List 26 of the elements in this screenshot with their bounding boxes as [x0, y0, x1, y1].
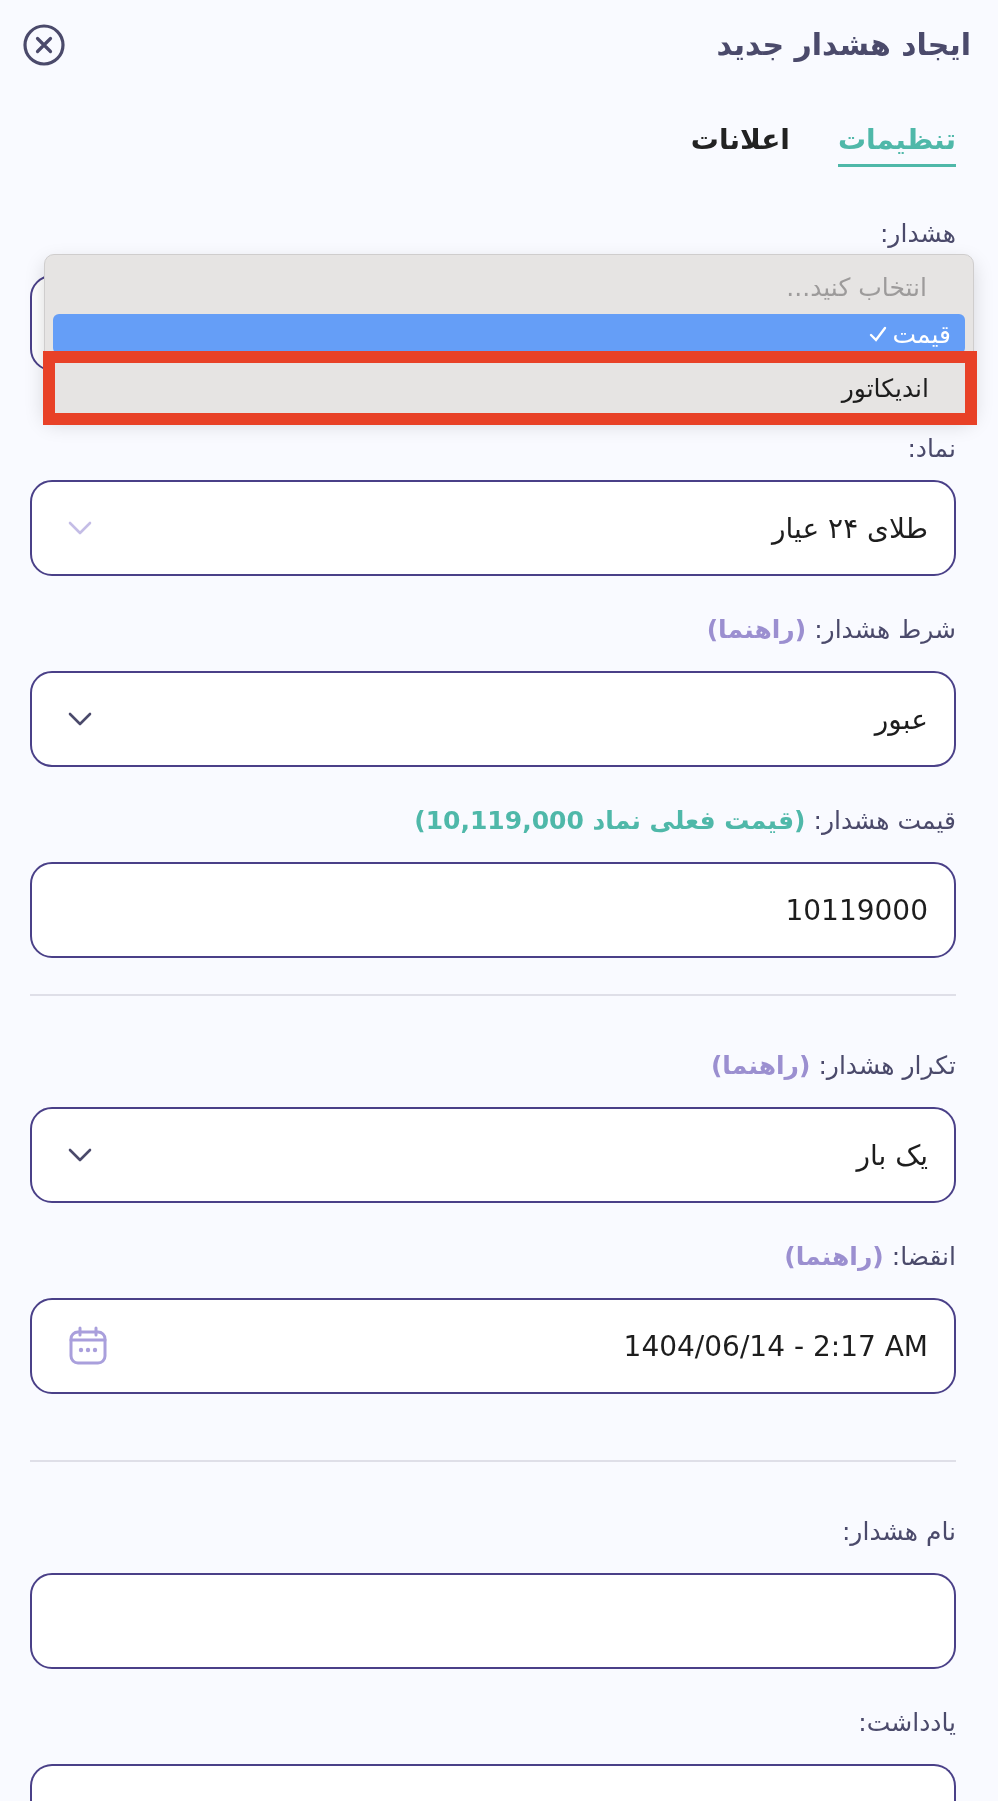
- field-label: هشدار:: [879, 218, 956, 250]
- option-label: اندیکاتور: [841, 373, 929, 403]
- input-field[interactable]: [30, 1573, 956, 1669]
- dropdown-option[interactable]: اندیکاتور: [55, 363, 965, 413]
- field-label: انقضا:: [891, 1241, 956, 1273]
- select-field[interactable]: عبور: [30, 671, 956, 767]
- option-label: انتخاب کنید...: [786, 272, 927, 302]
- field-label: نام هشدار:: [841, 1516, 956, 1548]
- field-label: تکرار هشدار:: [818, 1050, 956, 1082]
- field-value: عبور: [874, 702, 928, 736]
- option-label: قیمت: [892, 319, 951, 349]
- dialog-title: ایجاد هشدار جدید: [716, 26, 971, 64]
- select-field[interactable]: یک بار: [30, 1107, 956, 1203]
- field-label: شرط هشدار:: [814, 614, 956, 646]
- tab[interactable]: اعلانات: [690, 118, 790, 167]
- field-label: یادداشت:: [858, 1707, 956, 1739]
- field-value: 10119000: [785, 893, 928, 927]
- close-icon[interactable]: [22, 23, 66, 67]
- field-label: قیمت هشدار:: [813, 805, 956, 837]
- date-field[interactable]: 1404/06/14 - 2:17 AM: [30, 1298, 956, 1394]
- field-label: نماد:: [907, 433, 956, 465]
- input-field[interactable]: 10119000: [30, 862, 956, 958]
- field-value: 1404/06/14 - 2:17 AM: [623, 1329, 928, 1363]
- field-value: یک بار: [856, 1138, 928, 1172]
- field-value: طلای ۲۴ عیار: [772, 511, 928, 545]
- check-icon: [868, 325, 887, 343]
